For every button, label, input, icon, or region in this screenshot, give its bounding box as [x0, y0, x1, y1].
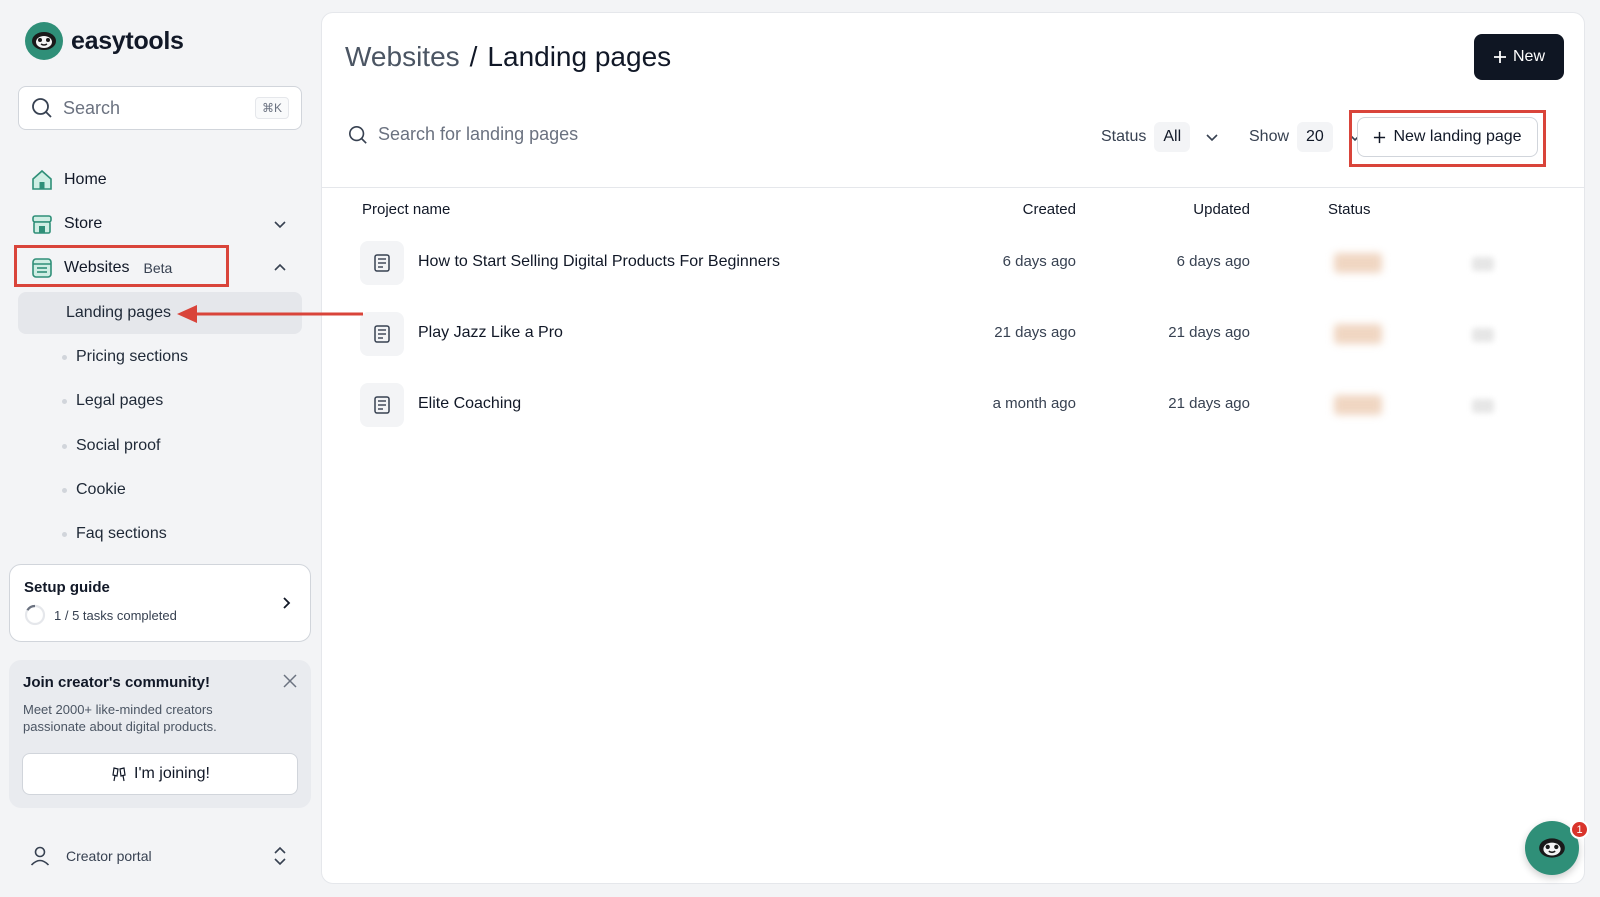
subitem-label: Landing pages [66, 304, 171, 321]
status-filter-label: Status [1101, 128, 1147, 145]
join-button-label: I'm joining! [134, 765, 210, 782]
home-icon [32, 169, 52, 190]
search-icon [349, 125, 367, 144]
new-button[interactable]: New [1474, 34, 1564, 80]
new-landing-page-button[interactable]: New landing page [1357, 117, 1538, 157]
sidebar-search[interactable]: Search ⌘K [18, 86, 302, 130]
store-icon [32, 215, 52, 234]
chevron-up-down-icon [274, 846, 286, 866]
main-panel: Websites / Landing pages New Search for … [321, 12, 1585, 884]
table-row[interactable]: How to Start Selling Digital Products Fo… [322, 231, 1584, 301]
page-file-icon [360, 383, 404, 427]
progress-ring-icon [24, 604, 46, 626]
subitem-label: Social proof [76, 437, 161, 454]
row-actions[interactable] [1472, 328, 1494, 342]
sidebar-subitem-social-proof[interactable]: Social proof [18, 425, 302, 467]
bullet-dot [62, 355, 67, 360]
status-badge [1334, 324, 1382, 344]
community-card: Join creator's community! Meet 2000+ lik… [9, 660, 311, 808]
sidebar-item-home[interactable]: Home [18, 160, 302, 200]
column-header-updated[interactable]: Updated [1193, 201, 1250, 218]
page-title: Landing pages [487, 41, 672, 72]
breadcrumb-parent[interactable]: Websites [345, 41, 460, 73]
subitem-label: Cookie [76, 481, 126, 498]
column-header-project-name[interactable]: Project name [362, 201, 450, 218]
sidebar-subitem-pricing-sections[interactable]: Pricing sections [18, 336, 302, 378]
row-project-name[interactable]: How to Start Selling Digital Products Fo… [418, 253, 780, 271]
row-created: 6 days ago [1002, 253, 1076, 270]
setup-progress-text: 1 / 5 tasks completed [54, 607, 177, 623]
bullet-dot [62, 532, 67, 537]
sloth-logo-icon [25, 22, 63, 60]
row-actions[interactable] [1472, 257, 1494, 271]
community-title: Join creator's community! [23, 674, 210, 691]
sidebar-item-label: Home [64, 171, 107, 188]
websites-highlight-box [14, 245, 229, 287]
sloth-chat-icon [1539, 838, 1565, 858]
status-filter[interactable]: Status All [1101, 122, 1220, 152]
breadcrumb: Websites / Landing pages [345, 41, 671, 73]
row-updated: 21 days ago [1168, 324, 1250, 341]
status-badge [1334, 253, 1382, 273]
subitem-label: Faq sections [76, 525, 167, 542]
row-updated: 21 days ago [1168, 395, 1250, 412]
join-community-button[interactable]: I'm joining! [22, 753, 298, 795]
status-badge [1334, 395, 1382, 415]
show-filter[interactable]: Show 20 [1249, 122, 1363, 152]
table-row[interactable]: Play Jazz Like a Pro 21 days ago 21 days… [322, 302, 1584, 372]
landing-search-placeholder: Search for landing pages [378, 124, 579, 144]
show-filter-value: 20 [1297, 122, 1333, 152]
user-icon [30, 846, 50, 866]
table-row[interactable]: Elite Coaching a month ago 21 days ago [322, 373, 1584, 443]
notification-badge: 1 [1570, 820, 1589, 839]
sidebar-search-placeholder: Search [63, 97, 121, 118]
page-file-icon [360, 241, 404, 285]
row-project-name[interactable]: Play Jazz Like a Pro [418, 324, 563, 342]
breadcrumb-separator: / [469, 41, 478, 72]
subitem-label: Pricing sections [76, 348, 189, 365]
setup-guide-title: Setup guide [24, 579, 110, 596]
new-button-label: New [1512, 48, 1545, 65]
cheers-icon [112, 767, 126, 782]
plus-icon [1374, 131, 1386, 143]
portal-label: Creator portal [66, 848, 152, 864]
sidebar-item-store[interactable]: Store [18, 204, 302, 244]
setup-guide-card[interactable]: Setup guide 1 / 5 tasks completed [9, 564, 311, 642]
subitem-label: Legal pages [76, 392, 164, 409]
search-icon [32, 98, 52, 118]
sidebar-subitem-cookie[interactable]: Cookie [18, 469, 302, 511]
row-project-name[interactable]: Elite Coaching [418, 395, 521, 413]
sidebar-item-label: Store [64, 215, 103, 232]
chevron-up-icon[interactable] [272, 260, 288, 276]
sidebar-subitem-legal-pages[interactable]: Legal pages [18, 380, 302, 422]
community-text: Meet 2000+ like-minded creators passiona… [23, 702, 217, 734]
new-landing-page-label: New landing page [1393, 128, 1522, 145]
sidebar: easytools Search ⌘K Home Store Websites … [0, 0, 320, 897]
row-created: a month ago [992, 395, 1076, 412]
annotation-arrow [177, 305, 363, 323]
logo[interactable]: easytools [25, 22, 184, 60]
creator-portal-switcher[interactable]: Creator portal [18, 834, 302, 878]
chevron-down-icon[interactable] [272, 216, 288, 232]
plus-icon [1493, 51, 1506, 63]
table-toolbar: Search for landing pages Status All Show… [322, 108, 1584, 188]
search-shortcut: ⌘K [254, 97, 289, 119]
landing-search-input[interactable]: Search for landing pages [348, 124, 578, 145]
chevron-right-icon[interactable] [278, 595, 294, 611]
status-filter-value: All [1154, 122, 1191, 152]
chevron-down-icon [1206, 134, 1218, 142]
column-header-status[interactable]: Status [1328, 201, 1371, 218]
close-icon[interactable] [281, 672, 299, 690]
column-header-created[interactable]: Created [1023, 201, 1076, 218]
bullet-dot [62, 488, 67, 493]
bullet-dot [62, 399, 67, 404]
show-filter-label: Show [1249, 128, 1290, 145]
row-actions[interactable] [1472, 399, 1494, 413]
row-updated: 6 days ago [1176, 253, 1250, 270]
page-file-icon [360, 312, 404, 356]
app-name: easytools [71, 26, 184, 55]
bullet-dot [62, 444, 67, 449]
sidebar-subitem-faq-sections[interactable]: Faq sections [18, 513, 302, 555]
row-created: 21 days ago [994, 324, 1076, 341]
